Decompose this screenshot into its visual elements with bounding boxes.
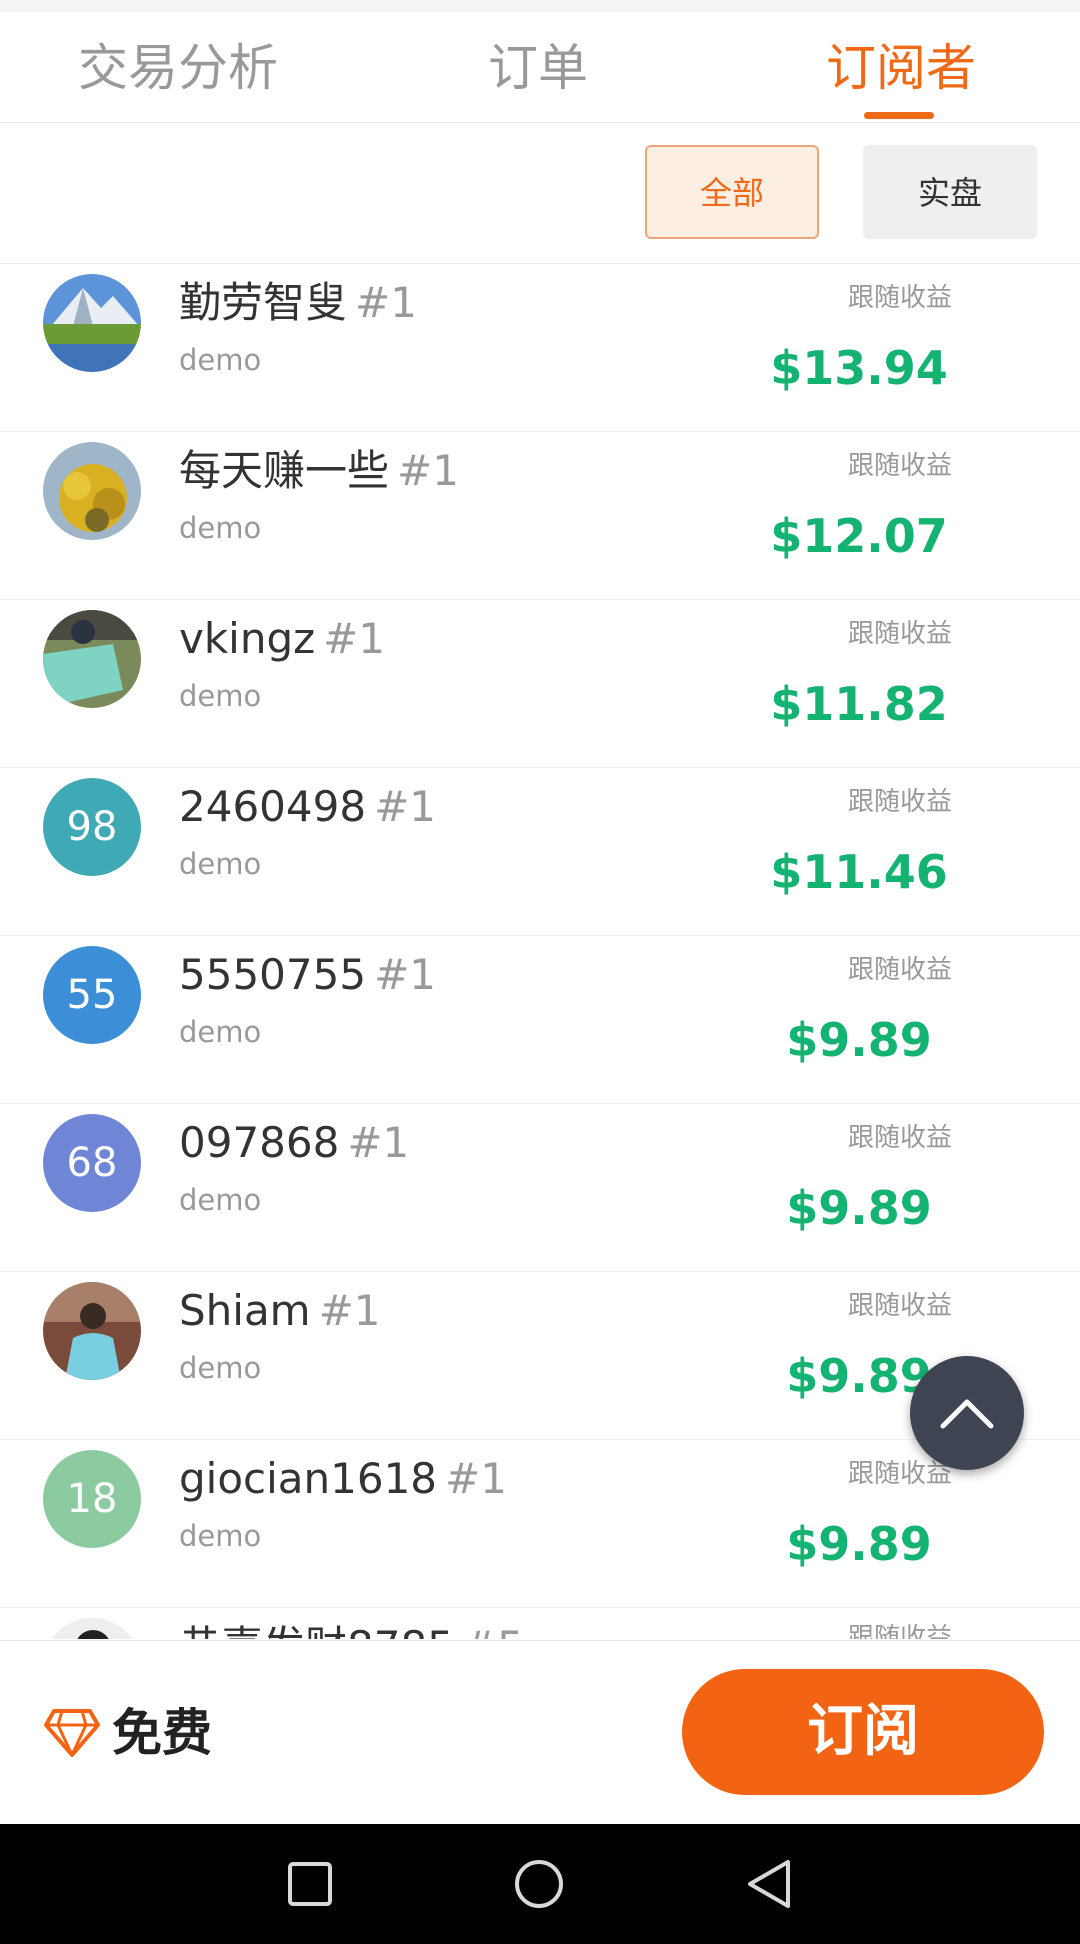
bottom-action-bar: 免费 订阅 bbox=[0, 1640, 1080, 1824]
profit-label: 跟随收益 bbox=[847, 619, 952, 649]
profit-label: 跟随收益 bbox=[847, 787, 952, 817]
circle-home-icon[interactable] bbox=[512, 1858, 566, 1910]
subscriber-name-text: 勤劳智叟 bbox=[179, 278, 348, 327]
tab-orders[interactable]: 订单 bbox=[488, 38, 588, 98]
subscriber-name-text: vkingz bbox=[179, 614, 316, 663]
subscriber-name-text: 恭喜发财8785 bbox=[179, 1622, 454, 1639]
subscriber-name-text: 2460498 bbox=[179, 782, 367, 831]
android-nav-bar bbox=[0, 1824, 1080, 1944]
tab-subscribers[interactable]: 订阅者 bbox=[826, 38, 976, 98]
subscriber-name-text: Shiam bbox=[179, 1286, 311, 1335]
follow-profit-value: $9.89 bbox=[786, 1013, 932, 1067]
number-avatar-icon: 98 bbox=[43, 778, 141, 876]
subscriber-name: 恭喜发财8785 #5 bbox=[179, 1622, 524, 1639]
account-type: demo bbox=[179, 847, 262, 881]
partial-avatar-icon bbox=[43, 1618, 141, 1639]
follow-profit-value: $11.46 bbox=[770, 845, 948, 899]
subscriber-rank: #1 bbox=[445, 1454, 507, 1503]
number-avatar-icon: 55 bbox=[43, 946, 141, 1044]
active-tab-indicator bbox=[864, 112, 934, 119]
subscriber-row[interactable]: 勤劳智叟 #1 demo 跟随收益 $13.94 bbox=[0, 264, 1080, 432]
tab-trade-analysis[interactable]: 交易分析 bbox=[78, 38, 278, 98]
profit-label: 跟随收益 bbox=[847, 955, 952, 985]
subscriber-name-text: 097868 bbox=[179, 1118, 340, 1167]
subscriber-row[interactable]: 18 giocian1618 #1 demo 跟随收益 $9.89 bbox=[0, 1440, 1080, 1608]
subscriber-name: Shiam #1 bbox=[179, 1286, 381, 1336]
profit-label: 跟随收益 bbox=[847, 1459, 952, 1489]
status-strip bbox=[0, 0, 1080, 12]
profit-label: 跟随收益 bbox=[847, 1123, 952, 1153]
subscriber-rank: #1 bbox=[374, 950, 436, 999]
subscriber-row[interactable]: 每天赚一些 #1 demo 跟随收益 $12.07 bbox=[0, 432, 1080, 600]
follow-profit-value: $9.89 bbox=[786, 1181, 932, 1235]
subscriber-rank: #1 bbox=[323, 614, 386, 663]
account-type: demo bbox=[179, 1519, 262, 1553]
profit-label: 跟随收益 bbox=[847, 283, 952, 313]
subscriber-row[interactable]: vkingz #1 demo 跟随收益 $11.82 bbox=[0, 600, 1080, 768]
triangle-back-icon[interactable] bbox=[744, 1858, 794, 1910]
subscriber-row[interactable]: 恭喜发财8785 #5 跟随收益 bbox=[0, 1608, 1080, 1639]
subscriber-row[interactable]: 98 2460498 #1 demo 跟随收益 $11.46 bbox=[0, 768, 1080, 936]
subscriber-name: vkingz #1 bbox=[179, 614, 385, 664]
profit-label: 跟随收益 bbox=[847, 1623, 952, 1639]
tab-bar: 交易分析 订单 订阅者 bbox=[0, 12, 1080, 123]
number-avatar-icon: 18 bbox=[43, 1450, 141, 1548]
filter-real-button[interactable]: 实盘 bbox=[863, 145, 1037, 239]
subscribe-button[interactable]: 订阅 bbox=[682, 1669, 1044, 1795]
account-type: demo bbox=[179, 679, 262, 713]
subscriber-rank: #1 bbox=[397, 446, 459, 495]
follow-profit-value: $13.94 bbox=[770, 341, 948, 395]
follow-profit-value: $11.82 bbox=[770, 677, 948, 731]
subscriber-rank: #1 bbox=[347, 1118, 410, 1167]
profit-label: 跟随收益 bbox=[847, 451, 952, 481]
man-portrait-avatar-icon bbox=[43, 1282, 141, 1380]
profit-label: 跟随收益 bbox=[847, 1291, 952, 1321]
follow-profit-value: $9.89 bbox=[786, 1517, 932, 1571]
account-type: demo bbox=[179, 1015, 262, 1049]
subscriber-name: giocian1618 #1 bbox=[179, 1454, 507, 1504]
follow-profit-value: $12.07 bbox=[770, 509, 948, 563]
subscriber-name-text: giocian1618 bbox=[179, 1454, 438, 1503]
subscriber-name: 勤劳智叟 #1 bbox=[179, 278, 417, 328]
subscriber-name: 097868 #1 bbox=[179, 1118, 409, 1168]
subscriber-rank: #1 bbox=[374, 782, 436, 831]
subscriber-rank: #5 bbox=[462, 1622, 524, 1639]
scroll-to-top-button[interactable] bbox=[910, 1356, 1024, 1470]
person-avatar-icon bbox=[43, 610, 141, 708]
yellow-flower-avatar-icon bbox=[43, 442, 141, 540]
subscriber-rank: #1 bbox=[355, 278, 417, 327]
account-type: demo bbox=[179, 343, 262, 377]
price-label: 免费 bbox=[112, 1704, 212, 1762]
number-avatar-icon: 68 bbox=[43, 1114, 141, 1212]
account-type: demo bbox=[179, 1183, 262, 1217]
filter-all-button[interactable]: 全部 bbox=[645, 145, 819, 239]
square-recents-icon[interactable] bbox=[284, 1858, 336, 1910]
subscriber-name: 2460498 #1 bbox=[179, 782, 436, 832]
diamond-icon bbox=[44, 1709, 100, 1757]
subscriber-name-text: 每天赚一些 bbox=[179, 446, 390, 495]
subscriber-name-text: 5550755 bbox=[179, 950, 367, 999]
filter-bar: 全部 实盘 bbox=[0, 123, 1080, 264]
chevron-up-icon bbox=[940, 1399, 994, 1429]
subscriber-row[interactable]: 55 5550755 #1 demo 跟随收益 $9.89 bbox=[0, 936, 1080, 1104]
subscriber-row[interactable]: 68 097868 #1 demo 跟随收益 $9.89 bbox=[0, 1104, 1080, 1272]
account-type: demo bbox=[179, 511, 262, 545]
account-type: demo bbox=[179, 1351, 262, 1385]
subscriber-name: 每天赚一些 #1 bbox=[179, 446, 459, 496]
subscriber-name: 5550755 #1 bbox=[179, 950, 436, 1000]
subscriber-rank: #1 bbox=[318, 1286, 381, 1335]
mountain-lake-avatar-icon bbox=[43, 274, 141, 372]
